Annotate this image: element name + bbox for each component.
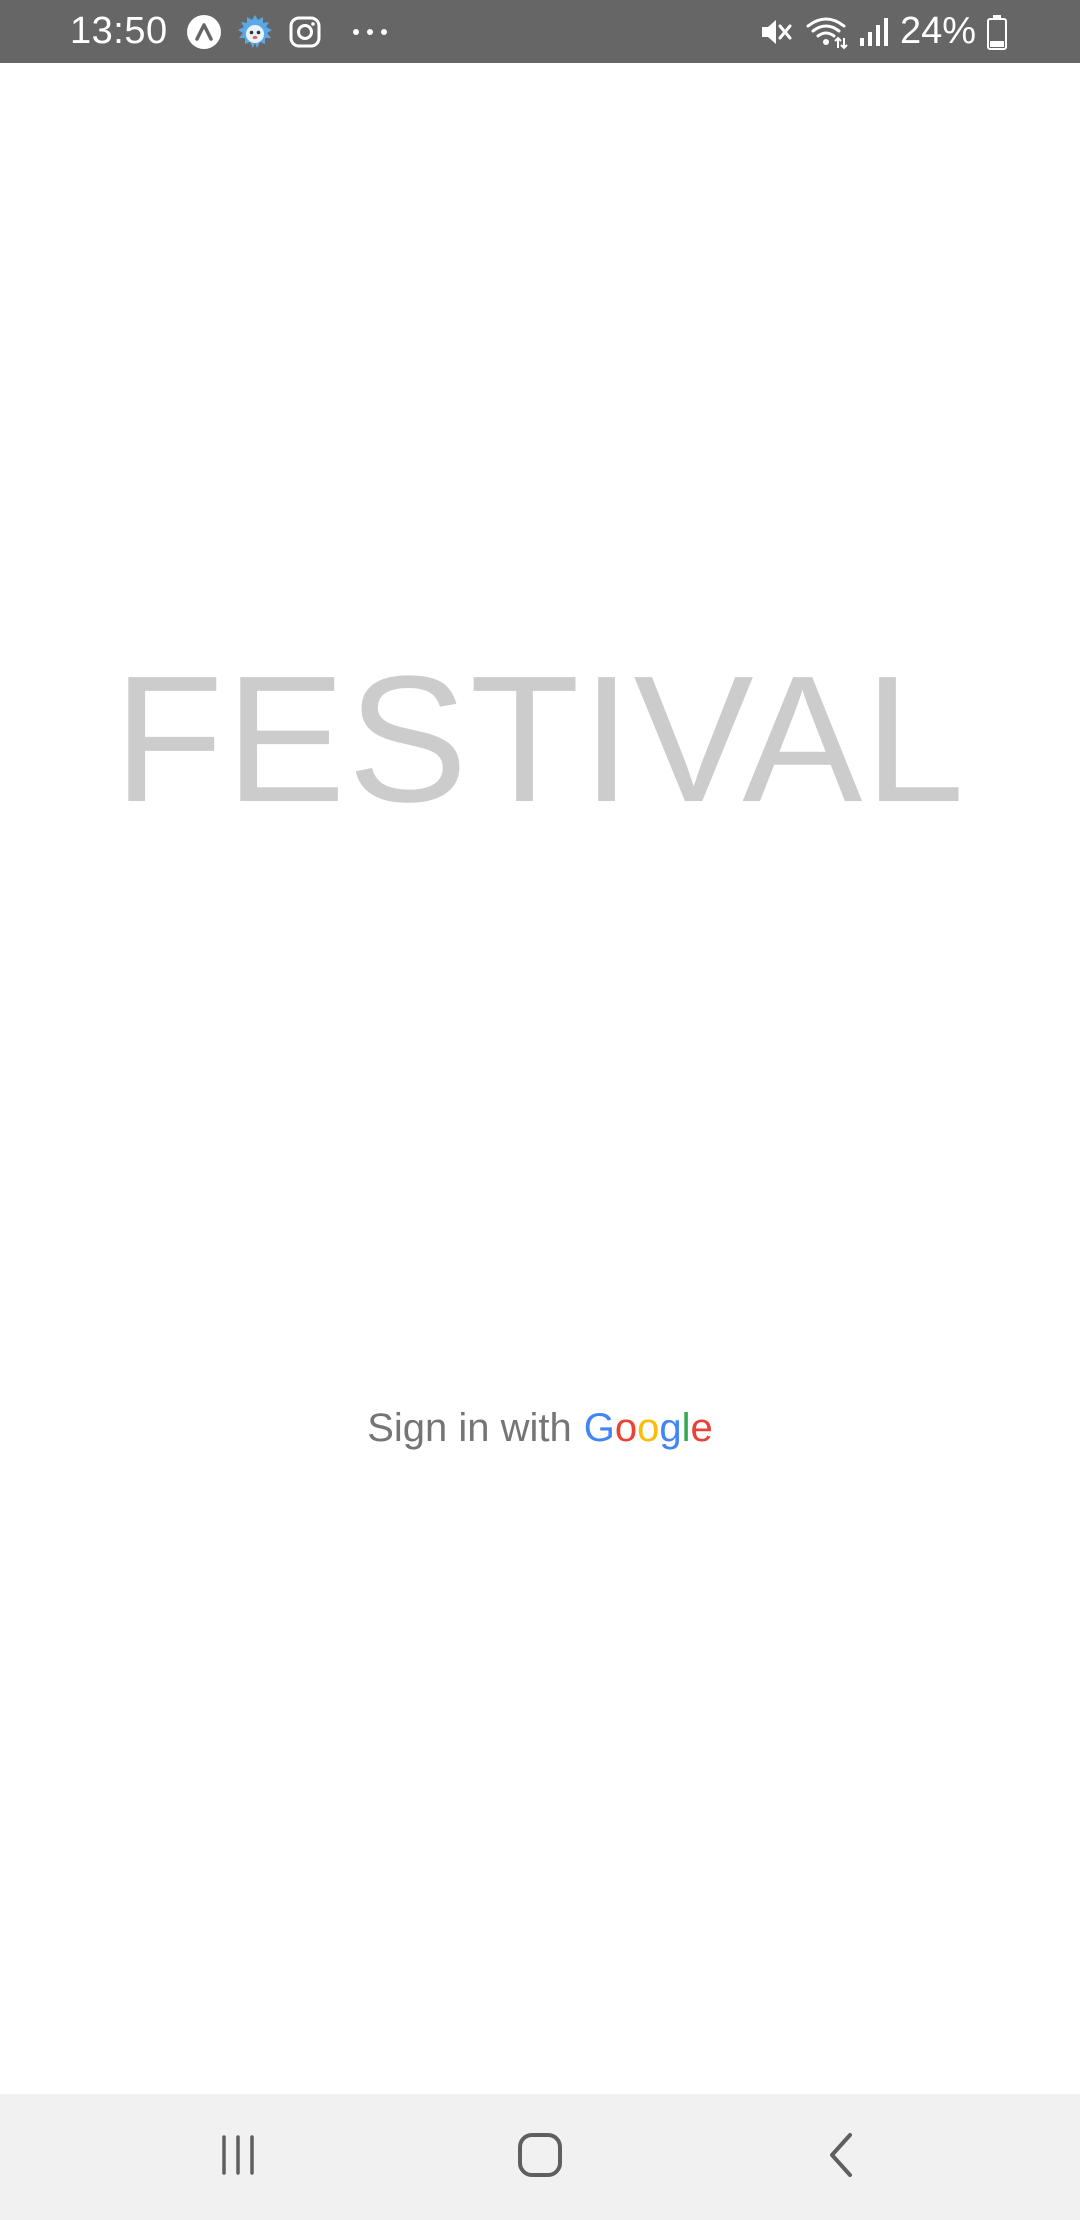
back-button[interactable]	[782, 2117, 902, 2197]
app-title: FESTIVAL	[113, 639, 967, 840]
google-letter: o	[614, 1405, 638, 1450]
google-letter: l	[681, 1405, 691, 1450]
google-letter: o	[637, 1405, 660, 1450]
google-letter: G	[583, 1405, 615, 1450]
google-logo-text: Google	[584, 1406, 713, 1451]
home-icon	[516, 2131, 564, 2184]
sign-in-with-google-button[interactable]: Sign in with Google	[340, 1390, 740, 1466]
home-button[interactable]	[480, 2117, 600, 2197]
battery-icon	[986, 14, 1008, 50]
status-bar: 13:50 24%	[0, 0, 1080, 63]
status-bar-right: 24%	[758, 10, 1018, 53]
recents-icon	[216, 2133, 260, 2182]
battery-percent: 24%	[899, 10, 976, 52]
mute-icon	[758, 14, 794, 50]
wifi-icon	[804, 14, 848, 50]
mascot-app-icon	[236, 13, 274, 51]
status-time: 13:50	[70, 10, 168, 52]
back-icon	[820, 2131, 864, 2184]
google-letter: e	[690, 1405, 713, 1450]
app-a-icon	[186, 14, 222, 50]
login-screen: 13:50 24% FESTIVAL Sign in with Google	[0, 0, 1080, 2220]
status-bar-left: 13:50	[70, 10, 404, 53]
navigation-bar	[0, 2094, 1080, 2220]
sign-in-label: Sign in with	[367, 1405, 572, 1450]
instagram-icon	[288, 15, 322, 49]
recents-button[interactable]	[178, 2117, 298, 2197]
more-dots-icon	[350, 27, 390, 37]
signal-icon	[858, 16, 890, 48]
google-letter: g	[659, 1405, 682, 1450]
